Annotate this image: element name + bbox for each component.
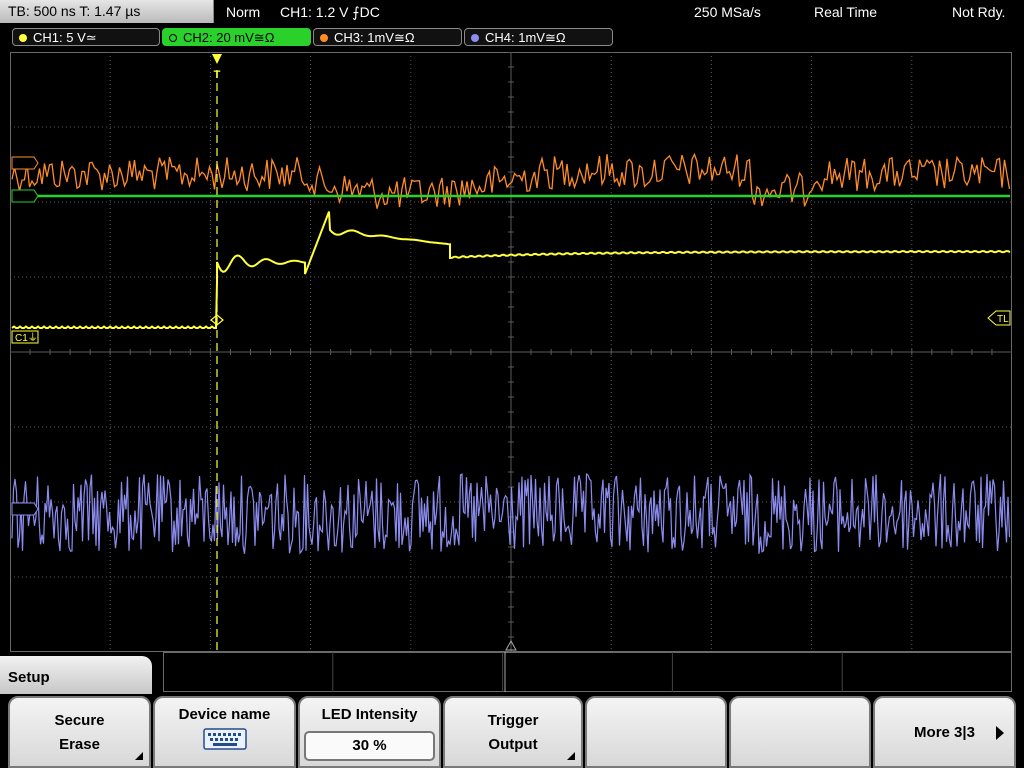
- softkey-label: Trigger: [487, 712, 539, 729]
- menu-title: Setup: [0, 656, 152, 694]
- ch4-offset-marker[interactable]: [11, 502, 39, 516]
- secure-erase-button[interactable]: Secure Erase: [8, 696, 151, 768]
- ch1-ground-label: C1⏚: [15, 332, 38, 344]
- trigger-level-label: TL: [997, 314, 1009, 325]
- timebase-readout[interactable]: TB: 500 ns T: 1.47 µs: [0, 0, 214, 23]
- led-intensity-value[interactable]: 30 %: [304, 731, 435, 761]
- acquisition-mode: Real Time: [814, 4, 878, 20]
- ch2-offset-marker[interactable]: [11, 189, 39, 203]
- device-name-button[interactable]: Device name: [153, 696, 296, 768]
- ch1-offset-marker[interactable]: C1⏚: [11, 330, 39, 344]
- softkey-label: Device name: [178, 706, 271, 723]
- ch1-label: CH1: 5 V≃: [33, 30, 97, 45]
- ch4-indicator-icon: [471, 34, 479, 42]
- acquisition-state: Not Rdy.: [952, 4, 1006, 20]
- softkey-empty-6[interactable]: [729, 696, 871, 768]
- softkey-label: Erase: [59, 736, 100, 753]
- submenu-corner-icon: [135, 752, 143, 760]
- ch3-indicator-icon: [320, 34, 328, 42]
- submenu-corner-icon: [567, 752, 575, 760]
- channel-tab-ch4[interactable]: CH4: 1mV≅Ω: [464, 28, 613, 46]
- zoom-scale-strip: [163, 652, 1012, 692]
- led-intensity-button[interactable]: LED Intensity 30 %: [298, 696, 441, 768]
- ch2-indicator-icon: [169, 34, 177, 42]
- ch1-indicator-icon: [19, 34, 27, 42]
- trigger-pos-label: T: [214, 69, 221, 81]
- softkey-label: More 3|3: [914, 724, 975, 741]
- softkey-label: Secure: [54, 712, 105, 729]
- ch2-label: CH2: 20 mV≅Ω: [183, 30, 275, 45]
- trigger-output-button[interactable]: Trigger Output: [443, 696, 583, 768]
- channel-tab-ch1[interactable]: CH1: 5 V≃: [12, 28, 160, 46]
- softkey-label: LED Intensity: [321, 706, 418, 723]
- ch3-offset-marker[interactable]: [11, 156, 39, 170]
- softkey-empty-5[interactable]: [585, 696, 727, 768]
- ch4-label: CH4: 1mV≅Ω: [485, 30, 566, 45]
- softkey-label: Output: [488, 736, 538, 753]
- status-bar: TB: 500 ns T: 1.47 µs Norm CH1: 1.2 V ⨍D…: [0, 0, 1024, 24]
- channel-tab-ch2[interactable]: CH2: 20 mV≅Ω: [162, 28, 311, 46]
- ch3-label: CH3: 1mV≅Ω: [334, 30, 415, 45]
- channel-tab-ch3[interactable]: CH3: 1mV≅Ω: [313, 28, 462, 46]
- trigger-mode[interactable]: Norm: [226, 0, 260, 24]
- trigger-source-readout[interactable]: CH1: 1.2 V ⨍DC: [280, 0, 380, 24]
- more-button[interactable]: More 3|3: [873, 696, 1016, 768]
- keyboard-icon: [203, 728, 247, 750]
- sample-rate: 250 MSa/s: [694, 4, 761, 20]
- waveform-display[interactable]: T C1⏚ TL: [10, 52, 1012, 652]
- arrow-right-icon: [996, 726, 1004, 740]
